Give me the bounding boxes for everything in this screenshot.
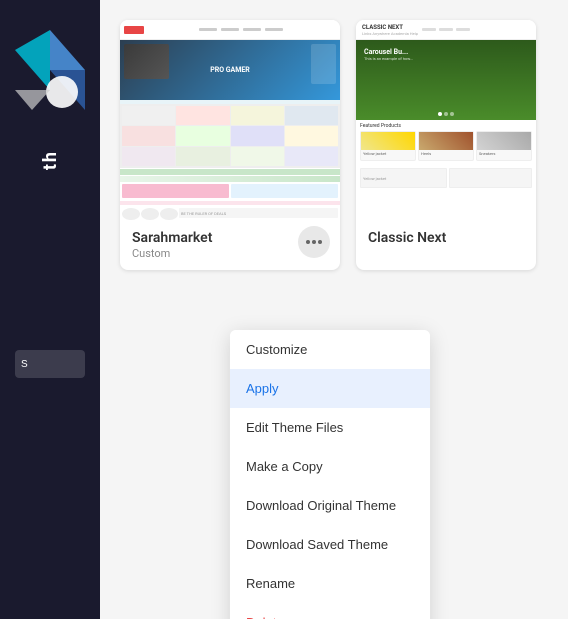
dropdown-item-make-a-copy[interactable]: Make a Copy: [230, 447, 430, 486]
classic-featured-label: Featured Products: [360, 123, 532, 129]
classic-next-footer: Classic Next: [356, 220, 536, 256]
theme-card-classic-next: CLASSIC NEXT Links Anywhere Academia Hel…: [356, 20, 536, 270]
classic-header-title: CLASSIC NEXT: [362, 24, 418, 31]
classic-next-thumbnail: CLASSIC NEXT Links Anywhere Academia Hel…: [356, 20, 536, 220]
dots-icon: [318, 240, 322, 244]
sarahmarket-name: Sarahmarket: [132, 230, 212, 246]
sarahmarket-options-button[interactable]: [298, 226, 330, 258]
dropdown-item-edit-theme-files[interactable]: Edit Theme Files: [230, 408, 430, 447]
theme-card-sarahmarket: PRO GAMER: [120, 20, 340, 270]
classic-header-sub: Links Anywhere Academia Help: [362, 31, 418, 36]
dropdown-item-download-saved-theme[interactable]: Download Saved Theme: [230, 525, 430, 564]
sarah-logo: [124, 26, 144, 34]
classic-carousel-sub: This is an example of how...: [364, 56, 413, 61]
dropdown-item-delete[interactable]: Delete: [230, 603, 430, 619]
sidebar: th: [0, 0, 100, 619]
sarahmarket-thumbnail: PRO GAMER: [120, 20, 340, 220]
main-content: PRO GAMER: [100, 0, 568, 619]
dots-icon: [306, 240, 310, 244]
logo-graphic: [10, 20, 90, 140]
dropdown-item-apply[interactable]: Apply: [230, 369, 430, 408]
dropdown-item-download-original-theme[interactable]: Download Original Theme: [230, 486, 430, 525]
classic-hero-title: Carousel Bu...: [364, 48, 413, 56]
sidebar-search-input[interactable]: [15, 350, 85, 378]
dots-icon: [312, 240, 316, 244]
dropdown-menu: Customize Apply Edit Theme Files Make a …: [230, 330, 430, 619]
classic-next-name: Classic Next: [368, 230, 446, 246]
dropdown-item-rename[interactable]: Rename: [230, 564, 430, 603]
sarahmarket-badge: Custom: [132, 247, 212, 260]
sidebar-title: th: [40, 150, 61, 170]
themes-row: PRO GAMER: [120, 20, 548, 270]
dropdown-item-customize[interactable]: Customize: [230, 330, 430, 369]
